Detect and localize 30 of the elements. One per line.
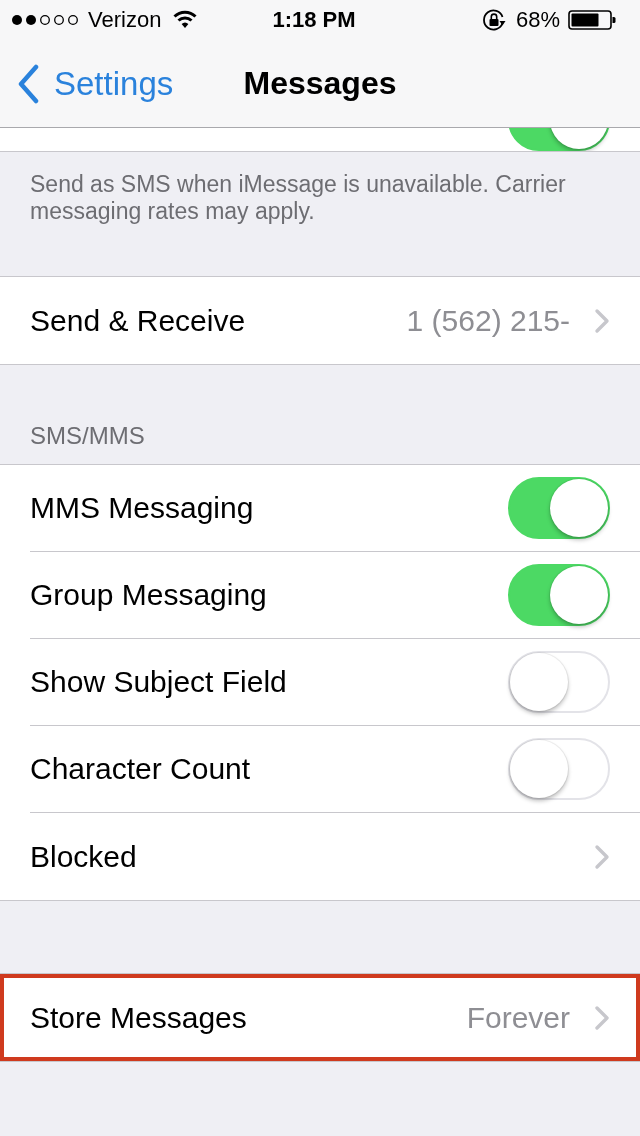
- row-label: Group Messaging: [30, 578, 268, 612]
- chevron-icon: [594, 1004, 610, 1031]
- screen-title: Messages: [243, 65, 397, 102]
- rotation-lock-icon: [481, 8, 506, 32]
- status-time: 1:18 PM: [272, 7, 356, 33]
- back-button[interactable]: Settings: [0, 63, 174, 104]
- battery-icon: [568, 10, 616, 30]
- row-label: Store Messages: [30, 1000, 248, 1035]
- toggle-switch[interactable]: [508, 738, 610, 800]
- wifi-icon: [173, 10, 198, 28]
- row-label: Show Subject Field: [30, 665, 288, 699]
- section-header: SMS/MMS: [29, 421, 146, 451]
- toggle-switch[interactable]: [508, 564, 610, 626]
- signal-strength-icon: [12, 15, 78, 25]
- toggle-switch[interactable]: [508, 651, 610, 713]
- row-label: MMS Messaging: [30, 491, 255, 525]
- toggle-switch[interactable]: [508, 128, 610, 151]
- battery-percentage: 68%: [515, 7, 560, 33]
- chevron-icon: [594, 843, 610, 870]
- section-footer-text: Send as SMS when iMessage is unavailable. Carrier messaging rates may apply.: [29, 170, 567, 225]
- row-value: 1 (562) 215-: [406, 303, 570, 338]
- back-chevron-icon: [16, 63, 40, 104]
- row-value: Forever: [466, 1000, 570, 1035]
- row-label: Blocked: [30, 839, 138, 874]
- row-label: Character Count: [30, 752, 252, 786]
- settings-row[interactable]: Store Messages Forever: [0, 974, 640, 1061]
- row-label: Send & Receive: [30, 303, 247, 338]
- toggle-switch[interactable]: [508, 477, 610, 539]
- carrier-name: Verizon: [88, 7, 162, 33]
- chevron-icon: [594, 307, 610, 334]
